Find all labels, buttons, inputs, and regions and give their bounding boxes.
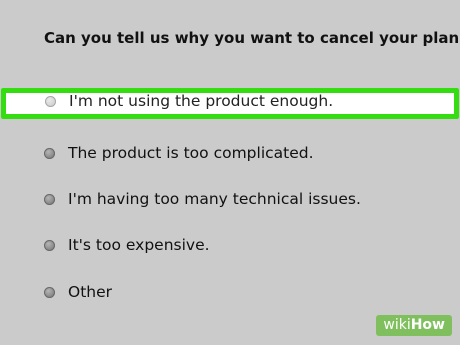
radio-button-icon[interactable]: [44, 287, 55, 298]
radio-button-icon[interactable]: [44, 194, 55, 205]
cancel-reason-options: I'm not using the product enough. The pr…: [0, 0, 460, 345]
wikihow-watermark: wikiHow: [376, 315, 452, 336]
radio-button-icon[interactable]: [44, 148, 55, 159]
option-label[interactable]: I'm having too many technical issues.: [68, 190, 361, 208]
option-label[interactable]: Other: [68, 283, 112, 301]
option-label[interactable]: I'm not using the product enough.: [69, 92, 333, 110]
option-not-using-enough[interactable]: I'm not using the product enough.: [1, 88, 459, 119]
option-label[interactable]: It's too expensive.: [68, 236, 210, 254]
option-too-complicated[interactable]: The product is too complicated.: [0, 140, 460, 170]
option-too-expensive[interactable]: It's too expensive.: [0, 232, 460, 262]
radio-button-icon[interactable]: [45, 96, 56, 107]
option-label[interactable]: The product is too complicated.: [68, 144, 314, 162]
watermark-wiki-text: wiki: [383, 317, 411, 333]
watermark-how-text: How: [410, 317, 445, 333]
option-technical-issues[interactable]: I'm having too many technical issues.: [0, 186, 460, 216]
radio-button-icon[interactable]: [44, 240, 55, 251]
option-other[interactable]: Other: [0, 279, 460, 309]
